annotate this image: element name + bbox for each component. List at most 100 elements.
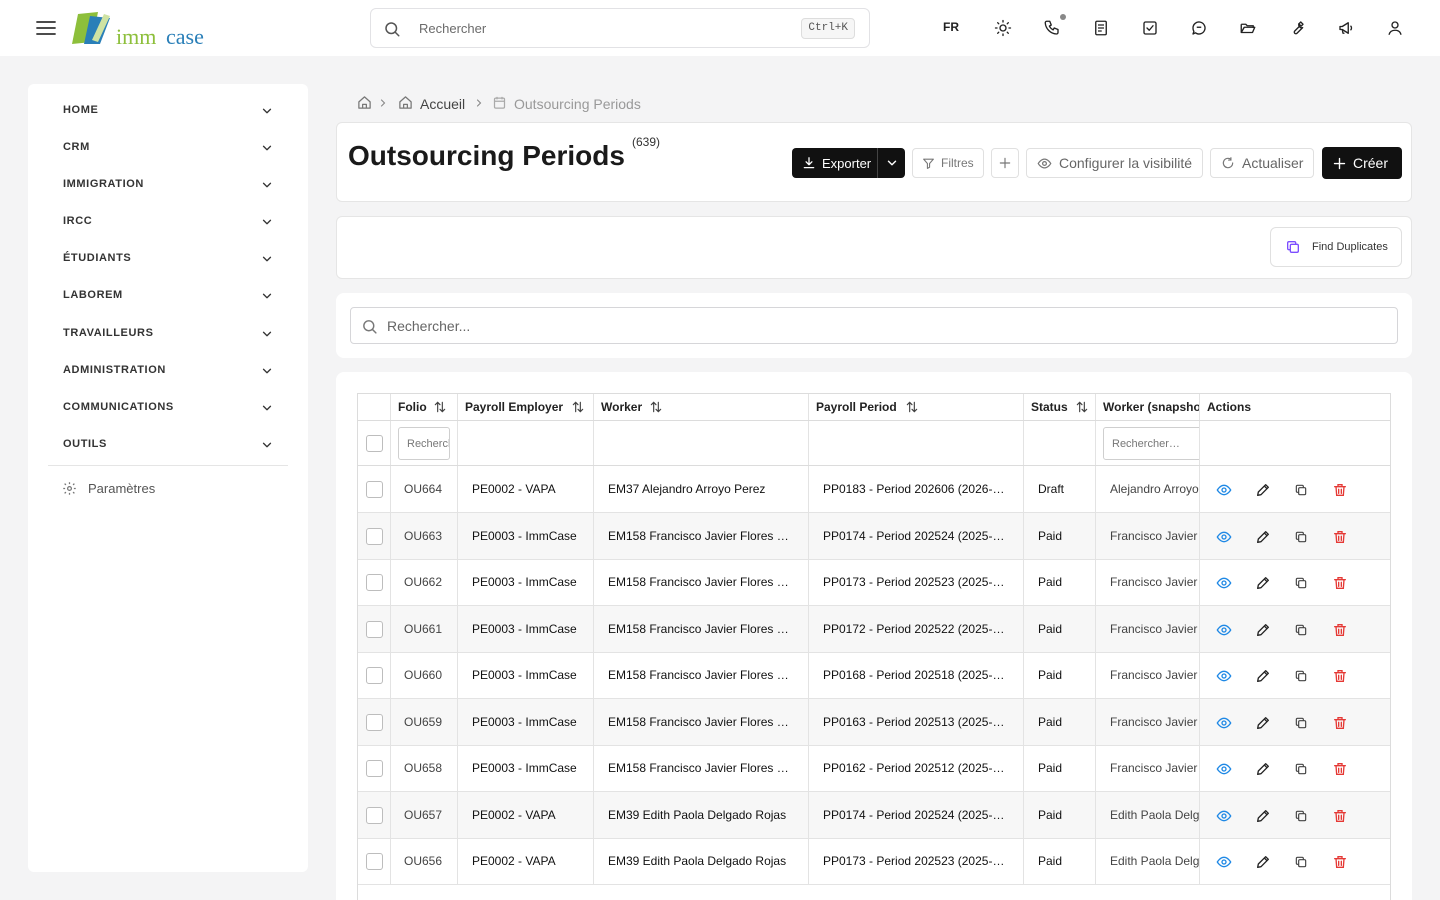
sort-icon[interactable] xyxy=(1075,400,1089,414)
column-header-status[interactable]: Status xyxy=(1024,394,1096,420)
find-duplicates-button[interactable]: Find Duplicates xyxy=(1270,227,1402,267)
megaphone-icon[interactable] xyxy=(1335,17,1357,39)
trash-icon[interactable] xyxy=(1330,759,1350,779)
pencil-icon[interactable] xyxy=(1253,573,1273,593)
breadcrumb-home-link[interactable]: Accueil xyxy=(420,96,465,112)
add-filter-button[interactable] xyxy=(991,148,1019,178)
column-header-payroll-employer[interactable]: Payroll Employer xyxy=(458,394,594,420)
export-button[interactable]: Exporter xyxy=(792,148,877,178)
chat-icon[interactable] xyxy=(1188,17,1210,39)
cell-folio-text[interactable]: OU663 xyxy=(404,529,444,543)
trash-icon[interactable] xyxy=(1330,666,1350,686)
menu-icon[interactable] xyxy=(34,16,58,40)
sidebar-item-settings[interactable]: Paramètres xyxy=(62,479,222,499)
duplicate-icon[interactable] xyxy=(1291,852,1311,872)
table-row[interactable]: OU664 PE0002 - VAPA EM37 Alejandro Arroyo … xyxy=(358,466,1390,513)
table-row[interactable]: OU660 PE0003 - ImmCase EM158 Francisco Jav… xyxy=(358,652,1390,699)
task-check-icon[interactable] xyxy=(1139,17,1161,39)
table-row[interactable]: OU663 PE0003 - ImmCase EM158 Francisco Jav… xyxy=(358,512,1390,560)
cell-folio-text[interactable]: OU659 xyxy=(404,715,444,729)
table-row[interactable]: OU658 PE0003 - ImmCase EM158 Francisco Jav… xyxy=(358,745,1390,792)
user-icon[interactable] xyxy=(1384,17,1406,39)
cell-folio-text[interactable]: OU656 xyxy=(404,854,444,868)
eye-icon[interactable] xyxy=(1214,713,1234,733)
table-row[interactable]: OU659 PE0003 - ImmCase EM158 Francisco Jav… xyxy=(358,698,1390,746)
select-all-checkbox[interactable] xyxy=(366,435,383,452)
sidebar-item-home[interactable]: HOME xyxy=(48,97,286,125)
trash-icon[interactable] xyxy=(1330,480,1350,500)
table-row[interactable]: OU656 PE0002 - VAPA EM39 Edith Paola Delga… xyxy=(358,838,1390,885)
row-select-checkbox[interactable] xyxy=(366,806,383,824)
eye-icon[interactable] xyxy=(1214,852,1234,872)
cell-folio-text[interactable]: OU664 xyxy=(404,482,444,496)
table-search-input[interactable] xyxy=(387,317,1287,335)
table-row[interactable]: OU657 PE0002 - VAPA EM39 Edith Paola Delga… xyxy=(358,791,1390,839)
row-select-checkbox[interactable] xyxy=(366,713,383,731)
row-select-checkbox[interactable] xyxy=(366,620,383,638)
notes-icon[interactable] xyxy=(1090,17,1112,39)
sun-icon[interactable] xyxy=(992,17,1014,39)
sort-icon[interactable] xyxy=(649,400,663,414)
column-header-worker-snapshot[interactable]: Worker (snapshot) xyxy=(1096,394,1200,420)
duplicate-icon[interactable] xyxy=(1291,620,1311,640)
pencil-icon[interactable] xyxy=(1253,806,1273,826)
global-search[interactable]: Ctrl+K xyxy=(370,8,870,48)
duplicate-icon[interactable] xyxy=(1291,573,1311,593)
sidebar-item-etudiants[interactable]: ÉTUDIANTS xyxy=(48,245,286,273)
cell-folio-text[interactable]: OU657 xyxy=(404,808,444,822)
trash-icon[interactable] xyxy=(1330,713,1350,733)
sidebar-item-administration[interactable]: ADMINISTRATION xyxy=(48,357,286,385)
trash-icon[interactable] xyxy=(1330,620,1350,640)
row-select-checkbox[interactable] xyxy=(366,760,383,777)
trash-icon[interactable] xyxy=(1330,527,1350,547)
duplicate-icon[interactable] xyxy=(1291,713,1311,733)
pencil-icon[interactable] xyxy=(1253,480,1273,500)
global-search-input[interactable] xyxy=(419,18,779,38)
table-search[interactable] xyxy=(350,307,1398,344)
pencil-icon[interactable] xyxy=(1253,620,1273,640)
worker-snapshot-filter-input[interactable] xyxy=(1103,427,1199,460)
pencil-icon[interactable] xyxy=(1253,852,1273,872)
eye-icon[interactable] xyxy=(1214,527,1234,547)
sidebar-item-communications[interactable]: COMMUNICATIONS xyxy=(48,394,286,422)
sidebar-item-immigration[interactable]: IMMIGRATION xyxy=(48,171,286,199)
cell-folio-text[interactable]: OU658 xyxy=(404,761,444,775)
cell-folio-text[interactable]: OU662 xyxy=(404,575,444,589)
row-select-checkbox[interactable] xyxy=(366,667,383,684)
sidebar-item-crm[interactable]: CRM xyxy=(48,134,286,162)
sort-icon[interactable] xyxy=(905,400,919,414)
folio-filter-input[interactable] xyxy=(398,427,450,460)
refresh-button[interactable]: Actualiser xyxy=(1210,148,1314,178)
sidebar-item-ircc[interactable]: IRCC xyxy=(48,208,286,236)
sort-icon[interactable] xyxy=(571,400,585,414)
duplicate-icon[interactable] xyxy=(1291,527,1311,547)
eye-icon[interactable] xyxy=(1214,666,1234,686)
home-icon[interactable] xyxy=(357,95,372,110)
pencil-icon[interactable] xyxy=(1253,666,1273,686)
eye-icon[interactable] xyxy=(1214,759,1234,779)
cell-folio-text[interactable]: OU661 xyxy=(404,622,444,636)
trash-icon[interactable] xyxy=(1330,852,1350,872)
row-select-checkbox[interactable] xyxy=(366,481,383,498)
duplicate-icon[interactable] xyxy=(1291,666,1311,686)
wrench-icon[interactable] xyxy=(1286,17,1308,39)
sidebar-item-outils[interactable]: OUTILS xyxy=(48,431,286,459)
eye-icon[interactable] xyxy=(1214,620,1234,640)
trash-icon[interactable] xyxy=(1330,806,1350,826)
language-switch[interactable]: FR xyxy=(943,20,959,34)
row-select-checkbox[interactable] xyxy=(366,574,383,591)
row-select-checkbox[interactable] xyxy=(366,853,383,870)
create-button[interactable]: Créer xyxy=(1322,147,1402,179)
sidebar-item-laborem[interactable]: LABOREM xyxy=(48,282,286,310)
duplicate-icon[interactable] xyxy=(1291,759,1311,779)
duplicate-icon[interactable] xyxy=(1291,480,1311,500)
eye-icon[interactable] xyxy=(1214,573,1234,593)
column-header-worker[interactable]: Worker xyxy=(594,394,809,420)
column-header-payroll-period[interactable]: Payroll Period xyxy=(809,394,1024,420)
duplicate-icon[interactable] xyxy=(1291,806,1311,826)
filters-button[interactable]: Filtres xyxy=(912,148,984,178)
row-select-checkbox[interactable] xyxy=(366,527,383,545)
sort-icon[interactable] xyxy=(433,400,447,414)
pencil-icon[interactable] xyxy=(1253,527,1273,547)
column-header-folio[interactable]: Folio xyxy=(391,394,458,420)
